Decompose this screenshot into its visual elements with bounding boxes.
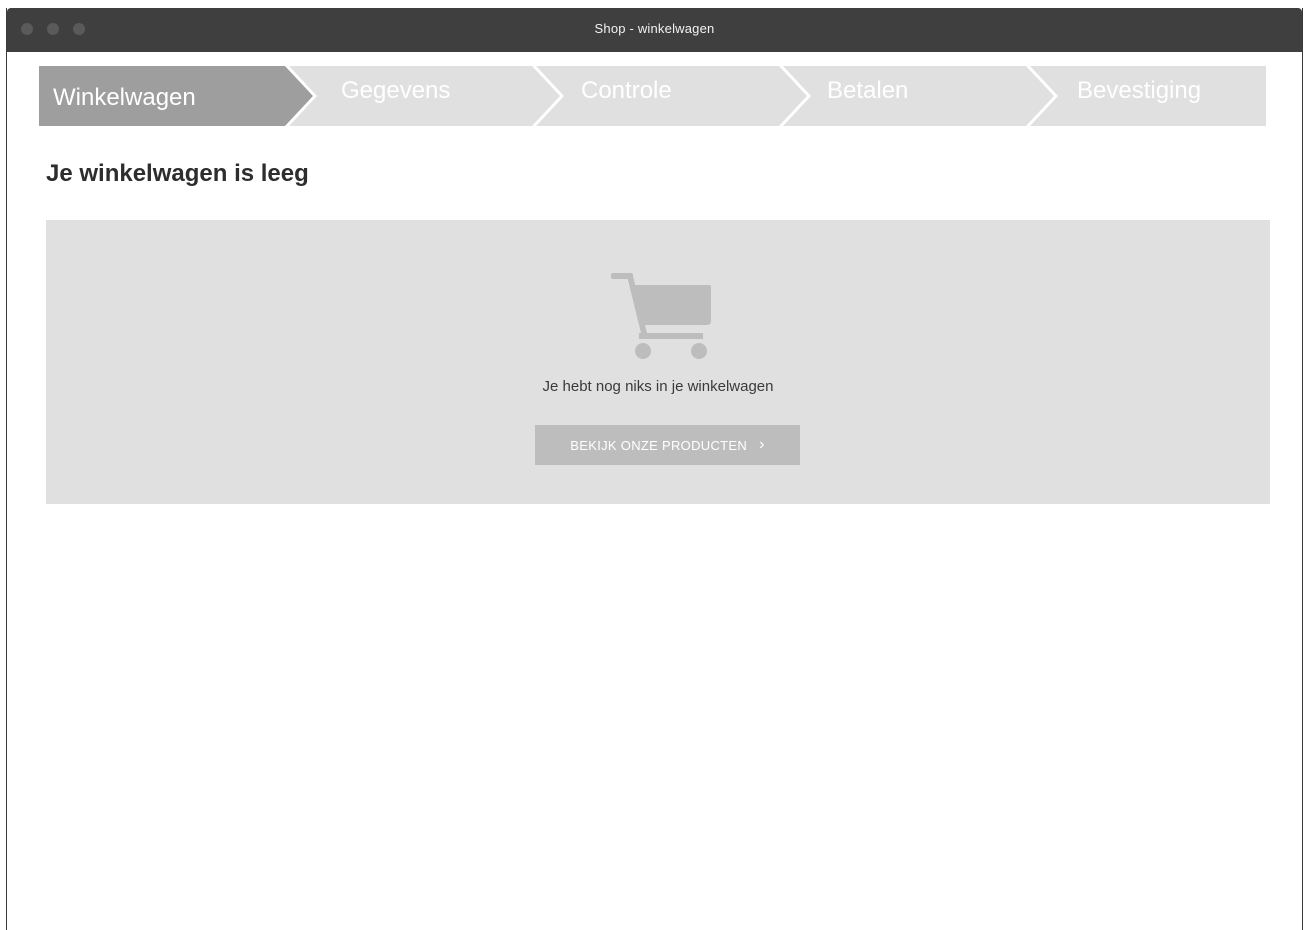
view-products-button-label: BEKIJK ONZE PRODUCTEN: [570, 437, 748, 453]
window-title: Shop - winkelwagen: [594, 21, 715, 36]
view-products-button[interactable]: BEKIJK ONZE PRODUCTEN ›: [535, 425, 800, 465]
page-title: Je winkelwagen is leeg: [46, 160, 309, 187]
empty-cart-panel: Je hebt nog niks in je winkelwagen BEKIJ…: [46, 220, 1270, 504]
title-bar: Shop - winkelwagen: [7, 8, 1302, 52]
checkout-progress: Winkelwagen Gegevens Controle Betalen Be…: [39, 66, 1266, 126]
step-gegevens[interactable]: Gegevens: [341, 77, 450, 105]
shopping-cart-icon: [611, 273, 711, 359]
step-betalen[interactable]: Betalen: [827, 77, 908, 105]
empty-cart-message: Je hebt nog niks in je winkelwagen: [542, 378, 774, 395]
step-shape-betalen: [783, 66, 1054, 126]
browser-window: Shop - winkelwagen Winkelwagen Gegevens …: [6, 8, 1303, 930]
step-winkelwagen[interactable]: Winkelwagen: [53, 84, 196, 112]
step-controle[interactable]: Controle: [581, 77, 672, 105]
chevron-right-icon: ›: [759, 436, 765, 453]
step-bevestiging[interactable]: Bevestiging: [1077, 77, 1201, 105]
